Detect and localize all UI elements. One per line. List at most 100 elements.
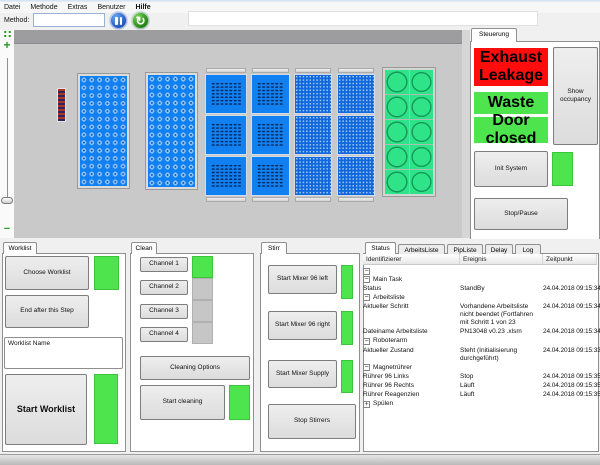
column-header-identifizierer[interactable]: Identifizierer [363,254,460,264]
tree-row-r-hrer-96-links[interactable]: Rührer 96 LinksStop24.04.2018 09:15:35 [363,372,597,381]
plate-stack-2[interactable] [251,68,290,202]
plate-stack-1[interactable] [205,68,247,202]
pause-icon [115,17,122,25]
tree-row-aktueller-schritt[interactable]: Aktueller SchrittVorhandene Arbeitsliste… [363,302,597,327]
plate-stack-4-cap-top [338,68,374,73]
tree-row-main-task[interactable]: −Main Task [363,275,597,284]
method-label: Method: [4,17,29,24]
collapse-icon[interactable]: − [363,294,370,301]
collapse-icon[interactable]: − [363,364,370,371]
tab-arbeitsliste[interactable]: ArbeitsListe [398,244,445,254]
tree-row-roboterarm[interactable]: −Roboterarm [363,336,597,345]
plate-stack-3[interactable] [294,68,332,202]
tree-row-r-hrer-reagenzien[interactable]: Rührer ReagenzienLäuft24.04.2018 09:15:3… [363,390,597,399]
microplate-round-left[interactable] [78,74,129,188]
tree-row-sp-len[interactable]: +Spülen [363,399,597,408]
zoom-in-icon[interactable]: + [1,39,13,51]
collapse-icon[interactable]: − [363,338,370,345]
tab-worklist[interactable]: Worklist [3,242,37,254]
fit-view-icon[interactable] [3,30,12,38]
tree-row-arbeitsliste[interactable]: −Arbeitsliste [363,293,597,302]
tree-row-aktueller-zustand[interactable]: Aktueller ZustandSteht (Initialisierung … [363,346,597,363]
init-system-button[interactable]: Init System [474,151,548,187]
start-worklist-button[interactable]: Start Worklist [5,374,87,445]
zoom-out-icon[interactable]: − [2,224,12,234]
collapse-icon[interactable]: − [363,276,370,283]
plate-stack-3-segment[interactable] [294,156,332,196]
plate-stack-4-segment[interactable] [337,156,375,196]
exhaust-leakage-indicator[interactable]: Exhaust Leakage [474,48,548,86]
tab-delay[interactable]: Delay [485,244,513,254]
end-after-step-button[interactable]: End after this Step [5,295,89,328]
tree-row-r-hrer-96-rechts[interactable]: Rührer 96 RechtsLäuft24.04.2018 09:15:35 [363,381,597,390]
tree-value: Stop [460,372,543,381]
choose-worklist-button[interactable]: Choose Worklist [5,256,89,290]
deck-canvas[interactable] [14,44,462,238]
tree-row-root[interactable]: − [363,266,597,275]
zoom-slider-thumb[interactable] [1,197,13,204]
status-text-field [188,11,538,26]
plate-stack-1-segment[interactable] [205,156,247,196]
menu-item-hilfe[interactable]: Hilfe [135,4,150,11]
stop-pause-button[interactable]: Stop/Pause [474,198,568,230]
tree-row-dateiname-arbeitsliste[interactable]: Dateiname ArbeitslistePN13048 v0.23 .xls… [363,327,597,336]
door-closed-indicator[interactable]: Door closed [474,117,548,143]
column-header-zeitpunkt[interactable]: Zeitpunkt [543,254,597,264]
plate-stack-2-segment[interactable] [251,74,290,114]
channel-button-3[interactable]: Channel 3 [140,304,188,319]
plate-stack-3-segment[interactable] [294,74,332,114]
method-input[interactable] [33,13,105,27]
column-header-ereignis[interactable]: Ereignis [460,254,543,264]
plate-stack-4-segment[interactable] [337,115,375,155]
plate-stack-2-segment[interactable] [251,156,290,196]
tab-steuerung[interactable]: Steuerung [471,28,517,42]
plate-stack-1-wells [211,164,241,188]
cleaning-options-button[interactable]: Cleaning Options [140,356,250,380]
menu-item-extras[interactable]: Extras [68,4,88,11]
menu-item-datei[interactable]: Datei [4,4,20,11]
menu-item-methode[interactable]: Methode [30,4,57,11]
tab-clean[interactable]: Clean [131,242,157,254]
plate-stack-1-segment[interactable] [205,115,247,155]
tube-strip[interactable] [57,88,66,122]
plate-stack-2-wells [257,82,284,106]
reservoir-plate[interactable] [383,68,435,196]
choose-worklist-indicator [94,256,119,290]
tree-row-status[interactable]: StatusStandBy24.04.2018 09:15:34 [363,284,597,293]
plate-stack-1-cap-top [206,68,246,73]
start-cleaning-button[interactable]: Start cleaning [140,385,225,420]
menu-item-benutzer[interactable]: Benutzer [97,4,125,11]
tree-timestamp: 24.04.2018 09:15:34 [543,284,600,293]
tree-timestamp: 24.04.2018 09:15:35 [543,390,600,399]
microplate-round-mid[interactable] [146,73,197,189]
tree-timestamp [543,363,597,364]
channel-button-2[interactable]: Channel 2 [140,280,188,295]
tab-status[interactable]: Status [365,242,396,254]
worklist-name-field[interactable]: Worklist Name [4,337,123,369]
tab-stirr[interactable]: Stirr [261,242,287,254]
tree-row-magnetr-hrer[interactable]: −Magnetrührer [363,363,597,372]
tab-pipliste[interactable]: PipListe [447,244,483,254]
tab-log[interactable]: Log [515,244,541,254]
plate-stack-4-cap-bottom [338,197,374,202]
status-tree-header: IdentifiziererEreignisZeitpunkt [363,254,597,265]
refresh-button[interactable]: ↻ [131,11,150,30]
stirr-button-2[interactable]: Start Mixer 96 right [268,311,337,340]
plate-stack-1-segment[interactable] [205,74,247,114]
tree-value [460,293,543,294]
plate-stack-4[interactable] [337,68,375,202]
channel-button-4[interactable]: Channel 4 [140,327,188,342]
channel-button-1[interactable]: Channel 1 [140,257,188,272]
collapse-icon[interactable]: − [363,268,370,275]
pause-button[interactable] [109,11,128,30]
stirr-button-3[interactable]: Start Mixer Supply [268,360,337,388]
stirr-button-1[interactable]: Start Mixer 96 left [268,265,337,294]
show-occupancy-button[interactable]: Show occupancy [553,47,598,145]
plate-stack-4-segment[interactable] [337,74,375,114]
tree-label: Spülen [373,400,393,408]
expand-icon[interactable]: + [363,401,370,408]
plate-stack-3-segment[interactable] [294,115,332,155]
stirr-button-4[interactable]: Stop Stirrers [268,404,356,439]
refresh-icon: ↻ [135,15,145,27]
plate-stack-2-segment[interactable] [251,115,290,155]
